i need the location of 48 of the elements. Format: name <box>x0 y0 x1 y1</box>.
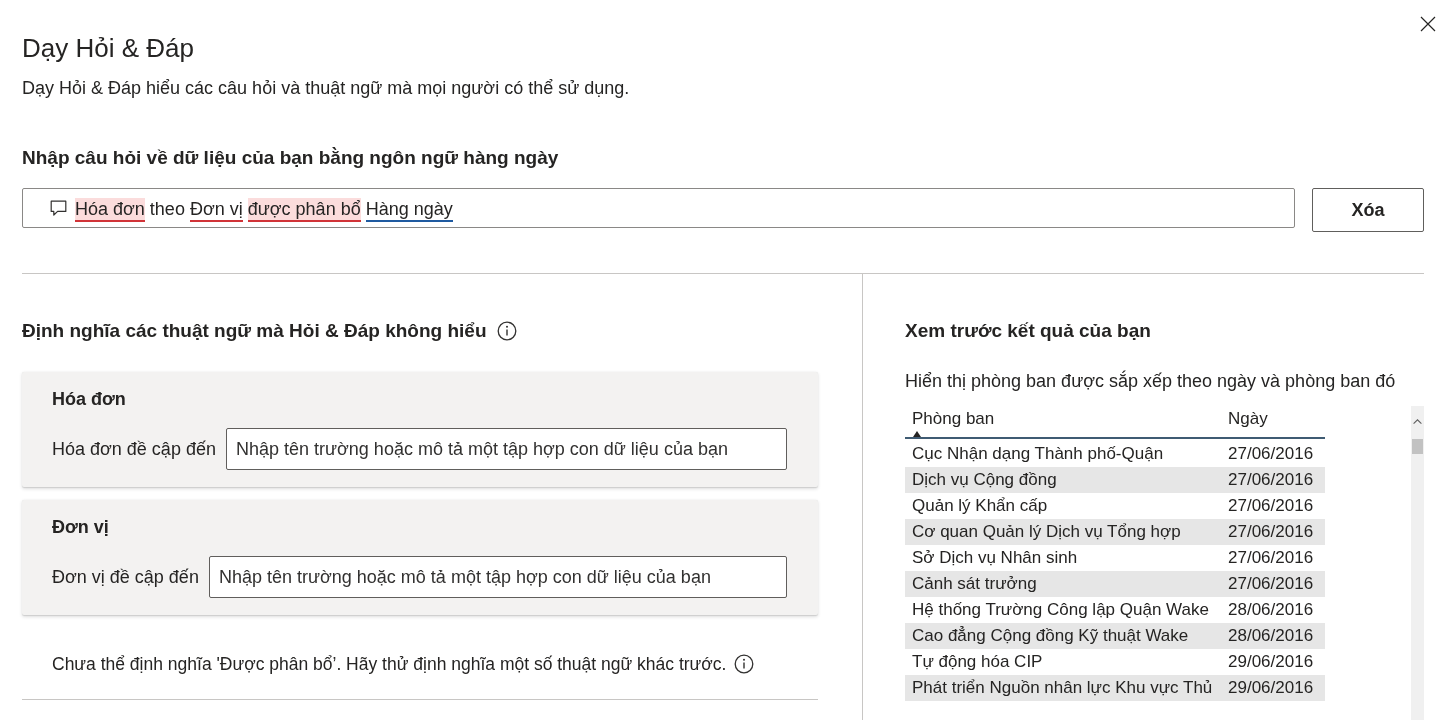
table-cell-text: Cao đẳng Cộng đồng Kỹ thuật Wake <box>911 625 1190 647</box>
unrecognized-term: được phân bổ <box>247 198 361 222</box>
table-cell-text: Tự động hóa CIP <box>911 651 1044 673</box>
table-cell-text: 28/06/2016 <box>1227 625 1315 647</box>
table-cell-text: Cảnh sát trưởng <box>911 573 1038 595</box>
info-icon[interactable] <box>734 654 755 674</box>
section-heading: Định nghĩa các thuật ngữ mà Hỏi & Đáp không hiểu <box>22 319 487 343</box>
scrollbar-thumb[interactable] <box>1412 439 1423 454</box>
term-title: Hóa đơn <box>52 388 127 411</box>
chevron-up-icon <box>1413 418 1422 424</box>
info-message: Chưa thể định nghĩa 'Được phân bổ’. Hãy thử định nghĩa một số thuật ngữ khác trước. <box>52 653 727 676</box>
table-cell-text: 27/06/2016 <box>1227 469 1315 491</box>
table-cell-text: 28/06/2016 <box>1227 599 1315 621</box>
table-cell-text: 27/06/2016 <box>1227 547 1315 569</box>
dialog-subtitle: Dạy Hỏi & Đáp hiểu các câu hỏi và thuật ngữ mà mọi người có thể sử dụng. <box>22 77 630 100</box>
table-cell-text: Cục Nhận dạng Thành phố-Quận <box>911 443 1165 465</box>
close-icon <box>1420 16 1436 32</box>
query-word: theo <box>149 198 185 221</box>
column-header[interactable]: Phòng ban <box>912 407 1225 431</box>
term-input[interactable]: Nhập tên trường hoặc mô tả một tập hợp con dữ liệu của bạn <box>225 428 787 470</box>
recognized-term: Hàng ngày <box>365 198 453 222</box>
term-input[interactable]: Nhập tên trường hoặc mô tả một tập hợp con dữ liệu của bạn <box>208 556 787 598</box>
term-title: Đơn vị <box>52 516 110 539</box>
table-cell-text: 27/06/2016 <box>1227 443 1315 465</box>
table-cell-text: 29/06/2016 <box>1227 677 1315 699</box>
table-cell-text: Quản lý Khẩn cấp <box>911 495 1049 517</box>
table-cell-text: Phát triển Nguồn nhân lực Khu vực Thủ <box>911 677 1214 699</box>
unrecognized-term: Hóa đơn <box>75 198 145 222</box>
info-icon[interactable] <box>496 321 517 341</box>
clear-button[interactable]: Xóa <box>1312 188 1424 232</box>
section-heading: Nhập câu hỏi về dữ liệu của bạn bằng ngôn ngữ hàng ngày <box>22 146 560 170</box>
table-cell-text: Sở Dịch vụ Nhân sinh <box>911 547 1079 569</box>
result-description: Hiển thị phòng ban được sắp xếp theo ngày và phòng ban đó <box>905 369 1397 393</box>
table-cell-text: 27/06/2016 <box>1227 573 1315 595</box>
table-cell-text: Cơ quan Quản lý Dịch vụ Tổng hợp <box>911 521 1182 543</box>
field-label: Đơn vị đề cập đến <box>52 566 199 589</box>
section-heading: Xem trước kết quả của bạn <box>905 319 1152 343</box>
table-cell-text: Hệ thống Trường Công lập Quận Wake <box>911 599 1210 621</box>
table-cell-text: 27/06/2016 <box>1227 495 1315 517</box>
table-cell-text: 27/06/2016 <box>1227 521 1315 543</box>
question-field[interactable]: Hóa đơn theo Đơn vị được phân bổ Hàng ngày <box>22 188 1295 228</box>
speech-bubble-icon <box>50 199 67 217</box>
column-header[interactable]: Ngày <box>1228 407 1325 431</box>
table-cell-text: 29/06/2016 <box>1227 651 1315 673</box>
dialog-title: Dạy Hỏi & Đáp <box>22 32 195 65</box>
field-label: Hóa đơn đề cập đến <box>52 438 216 461</box>
unrecognized-term: Đơn vị <box>189 198 243 222</box>
table-cell-text: Dịch vụ Cộng đồng <box>911 469 1058 491</box>
